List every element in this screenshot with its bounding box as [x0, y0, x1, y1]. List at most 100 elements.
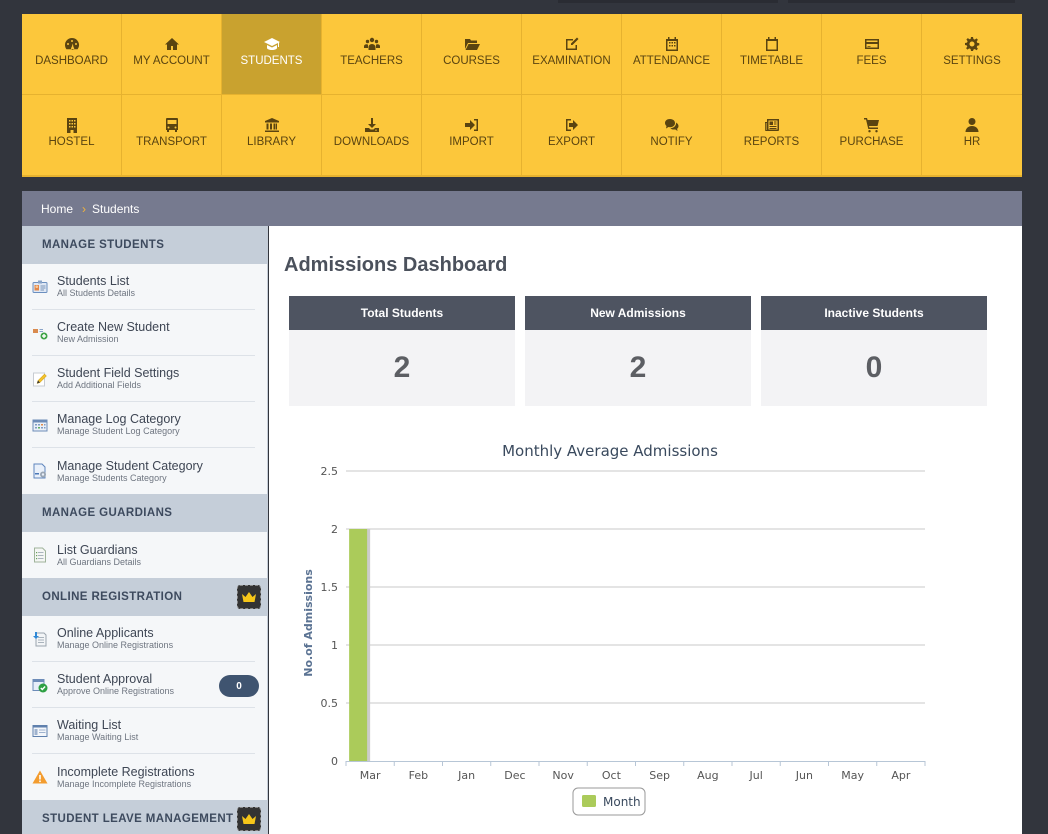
sidebar-section-manage-students[interactable]: MANAGE STUDENTS — [22, 226, 267, 264]
sidebar-item-text: Manage Log Category Manage Student Log Ca… — [57, 412, 181, 437]
sidebar-item-text: Incomplete Registrations Manage Incomplet… — [57, 765, 195, 790]
sidebar-item-student-approval[interactable]: Student Approval Approve Online Registrat… — [32, 662, 259, 708]
sidebar-section-manage-guardians[interactable]: MANAGE GUARDIANS — [22, 494, 267, 532]
nav-item-examination[interactable]: EXAMINATION — [522, 14, 622, 95]
y-tick-label: 1.5 — [321, 581, 339, 594]
x-tick-label: May — [841, 769, 864, 782]
stat-card-inactive-students: Inactive Students 0 — [761, 296, 987, 406]
nav-item-label: FEES — [856, 54, 887, 67]
sidebar-item-manage-log-category[interactable]: Manage Log Category Manage Student Log Ca… — [32, 402, 255, 448]
bus-icon — [164, 117, 180, 133]
sidebar-item-subtitle: Manage Student Log Category — [57, 426, 180, 436]
nav-item-settings[interactable]: SETTINGS — [922, 14, 1022, 95]
sidebar-item-title: Create New Student — [57, 320, 170, 334]
calendar-grid-icon — [664, 36, 680, 52]
nav-item-my-account[interactable]: MY ACCOUNT — [122, 14, 222, 95]
sidebar-item-text: Manage Student Category Manage Students C… — [57, 459, 203, 484]
nav-item-hr[interactable]: HR — [922, 95, 1022, 175]
nav-item-library[interactable]: LIBRARY — [222, 95, 322, 175]
nav-item-label: TIMETABLE — [739, 54, 804, 67]
y-tick-label: 0 — [331, 755, 338, 768]
waiting-list-icon — [32, 723, 48, 739]
institution-icon — [264, 117, 280, 133]
nav-item-purchase[interactable]: PURCHASE — [822, 95, 922, 175]
sidebar-section-title: STUDENT LEAVE MANAGEMENT — [42, 813, 234, 825]
sidebar-item-text: Students List All Students Details — [57, 274, 135, 299]
nav-item-students[interactable]: STUDENTS — [222, 14, 322, 95]
y-tick-label: 2 — [331, 523, 338, 536]
nav-item-export[interactable]: EXPORT — [522, 95, 622, 175]
nav-item-label: PURCHASE — [839, 135, 904, 148]
x-tick-label: Dec — [504, 769, 525, 782]
sidebar-item-title: Student Field Settings — [57, 366, 180, 380]
calendar-icon — [764, 36, 780, 52]
sidebar-item-online-applicants[interactable]: Online Applicants Manage Online Registrat… — [32, 616, 255, 662]
sidebar-item-title: Manage Student Category — [57, 458, 203, 473]
sidebar-item-title: List Guardians — [57, 542, 138, 557]
nav-item-label: EXPORT — [547, 135, 596, 148]
nav-item-label: TRANSPORT — [136, 135, 207, 148]
stat-value: 2 — [629, 351, 647, 384]
stat-label: Total Students — [289, 296, 515, 330]
stat-card-total-students: Total Students 2 — [289, 296, 515, 406]
cart-icon — [863, 117, 880, 133]
comments-icon — [664, 117, 680, 133]
top-bar-slot — [558, 0, 778, 3]
nav-item-import[interactable]: IMPORT — [422, 95, 522, 175]
sidebar-item-manage-student-category[interactable]: Manage Student Category Manage Students C… — [32, 448, 255, 494]
stat-label: Inactive Students — [761, 296, 987, 330]
nav-item-downloads[interactable]: DOWNLOADS — [322, 95, 422, 175]
sidebar-section-student-leave-management[interactable]: STUDENT LEAVE MANAGEMENT — [22, 800, 267, 834]
sidebar-item-subtitle: Approve Online Registrations — [57, 686, 175, 696]
nav-item-timetable[interactable]: TIMETABLE — [722, 14, 822, 95]
y-axis-label: No.of Admissions — [302, 569, 315, 677]
sidebar-item-waiting-list[interactable]: Waiting List Manage Waiting List — [32, 708, 255, 754]
sidebar-section-online-registration[interactable]: ONLINE REGISTRATION — [22, 578, 267, 616]
sidebar-section-items: Online Applicants Manage Online Registrat… — [22, 616, 267, 800]
stat-label: New Admissions — [525, 296, 751, 330]
edit-icon — [564, 36, 580, 52]
stat-card-new-admissions: New Admissions 2 — [525, 296, 751, 406]
x-tick-label: Jul — [748, 769, 762, 782]
nav-item-dashboard[interactable]: DASHBOARD — [22, 14, 122, 95]
breadcrumb-home-link[interactable]: Home — [41, 202, 73, 216]
nav-item-transport[interactable]: TRANSPORT — [122, 95, 222, 175]
sidebar-item-student-field-settings[interactable]: Student Field Settings Add Additional Fie… — [32, 356, 255, 402]
nav-item-fees[interactable]: FEES — [822, 14, 922, 95]
y-tick-label: 0.5 — [321, 697, 339, 710]
folder-open-icon — [464, 36, 480, 52]
sidebar-item-subtitle: Manage Students Category — [57, 472, 167, 483]
nav-item-label: LIBRARY — [246, 135, 296, 148]
nav-item-courses[interactable]: COURSES — [422, 14, 522, 95]
sidebar-section-title: MANAGE STUDENTS — [42, 239, 165, 251]
nav-item-hostel[interactable]: HOSTEL — [22, 95, 122, 175]
pencil-note-icon — [32, 371, 48, 387]
sidebar-item-list-guardians[interactable]: List Guardians All Guardians Details — [32, 532, 255, 578]
sidebar-item-create-new-student[interactable]: Create New Student New Admission — [32, 310, 255, 356]
sidebar-item-text: Student Approval Approve Online Registrat… — [57, 672, 174, 697]
nav-item-teachers[interactable]: TEACHERS — [322, 14, 422, 95]
nav-item-notify[interactable]: NOTIFY — [622, 95, 722, 175]
nav-item-label: REPORTS — [743, 135, 800, 148]
x-tick-label: Oct — [602, 769, 622, 782]
sidebar-item-incomplete-registrations[interactable]: Incomplete Registrations Manage Incomplet… — [32, 754, 255, 800]
nav-item-reports[interactable]: REPORTS — [722, 95, 822, 175]
chart-title: Monthly Average Admissions — [502, 442, 718, 460]
download-icon — [364, 117, 380, 133]
sidebar-item-text: Online Applicants Manage Online Registrat… — [57, 626, 173, 651]
sidebar-item-subtitle: All Students Details — [57, 288, 136, 298]
sign-in-icon — [464, 117, 480, 133]
crown-icon — [237, 585, 261, 609]
nav-item-label: EXAMINATION — [532, 54, 611, 67]
nav-item-label: MY ACCOUNT — [133, 54, 210, 67]
nav-item-label: IMPORT — [449, 135, 494, 148]
graduation-cap-icon — [263, 36, 280, 52]
approval-check-icon — [32, 677, 48, 693]
nav-item-attendance[interactable]: ATTENDANCE — [622, 14, 722, 95]
sidebar-item-subtitle: Manage Waiting List — [57, 732, 139, 742]
sidebar-item-students-list[interactable]: Students List All Students Details — [32, 264, 255, 310]
warning-icon — [32, 769, 48, 785]
newspaper-icon — [764, 117, 780, 133]
dashboard-icon — [64, 36, 80, 52]
credit-card-icon — [864, 36, 880, 52]
